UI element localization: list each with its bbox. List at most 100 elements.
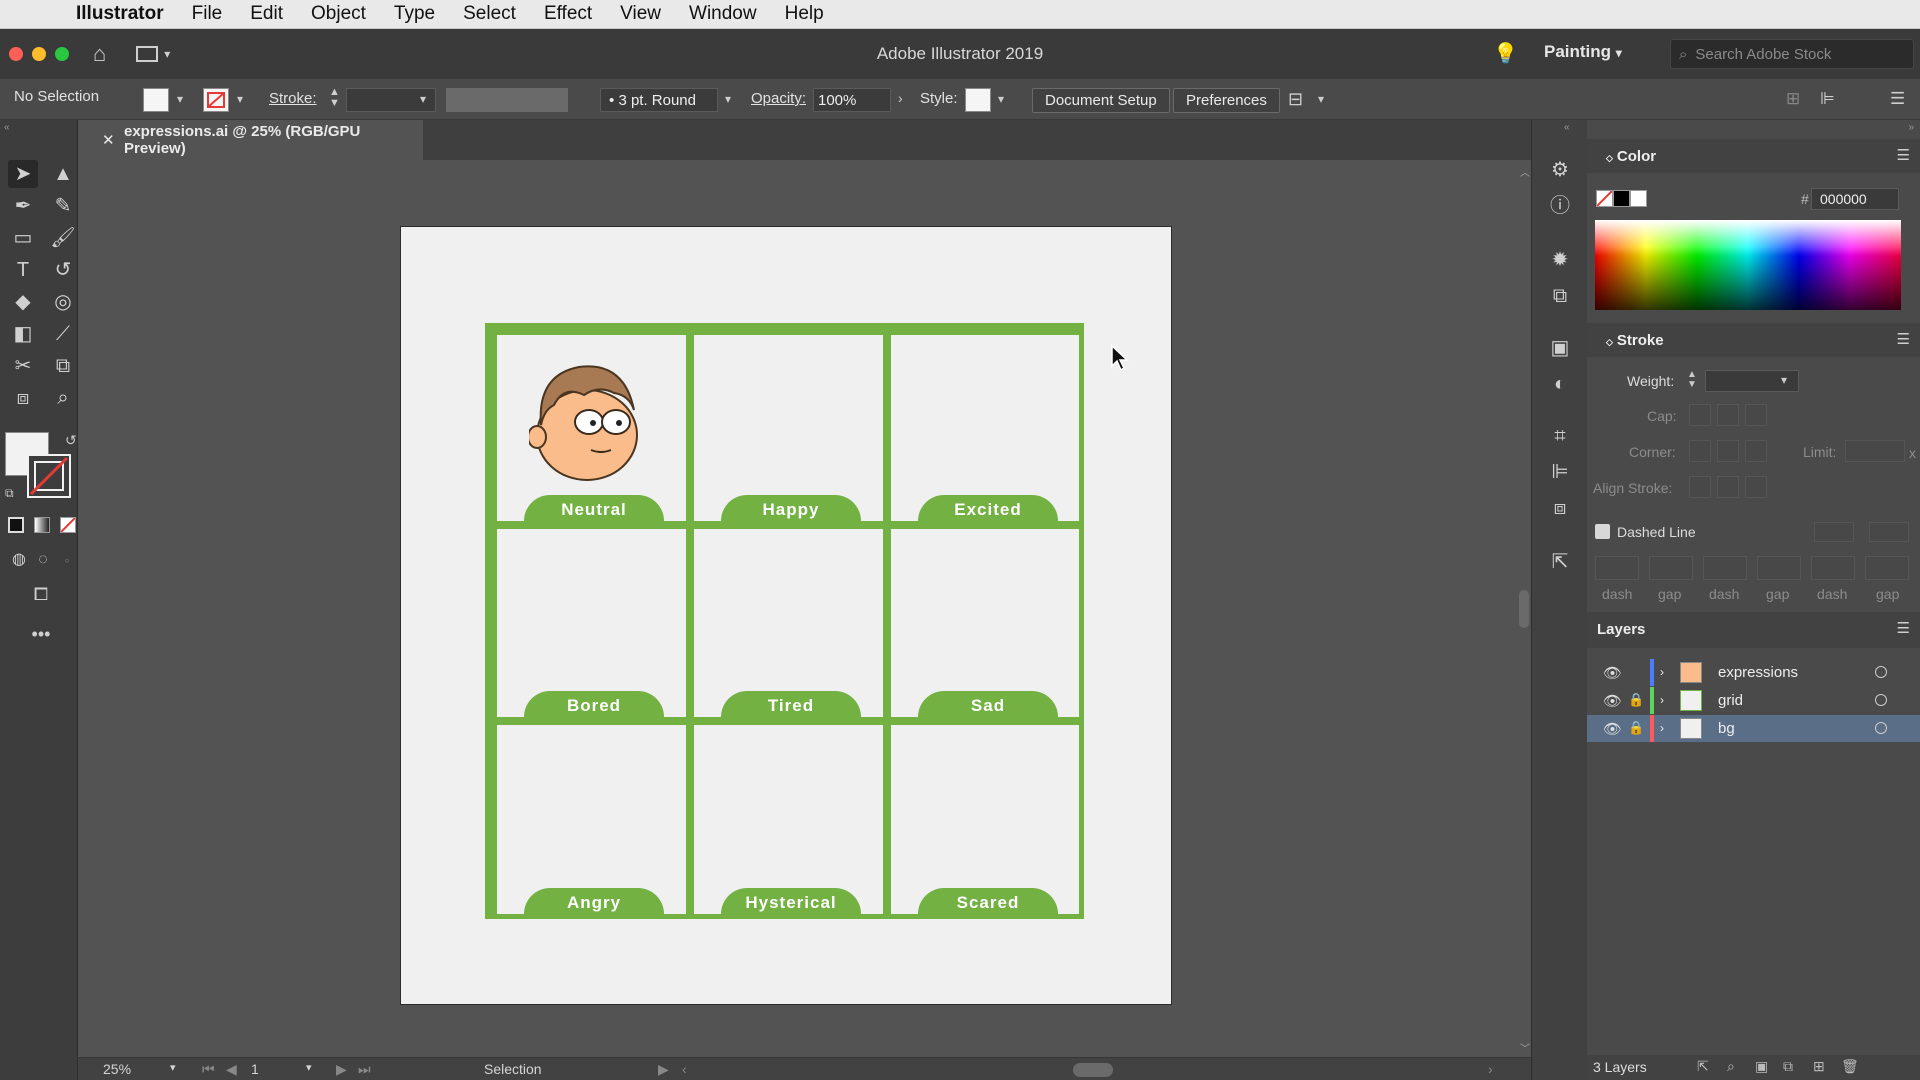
chevron-down-icon[interactable]: ▾ (170, 1061, 176, 1074)
color-mode-icon[interactable] (8, 517, 24, 533)
menu-edit[interactable]: Edit (236, 3, 297, 25)
layer-row-expressions[interactable]: 👁 › expressions (1587, 659, 1920, 686)
stroke-panel-header[interactable]: ◇ Stroke ☰ (1587, 323, 1920, 357)
limit-input[interactable] (1845, 440, 1905, 462)
fill-stroke-control[interactable]: ↺ ⧉ (5, 432, 77, 502)
butt-cap-icon[interactable] (1689, 404, 1711, 426)
scroll-right-icon[interactable]: › (1488, 1061, 1493, 1077)
blend-tool-icon[interactable]: ✂ (8, 352, 38, 380)
chevron-down-icon[interactable]: ▾ (1318, 92, 1324, 106)
none-mode-icon[interactable] (60, 517, 76, 533)
layer-row-grid[interactable]: 👁 🔒 › grid (1587, 687, 1920, 714)
shape-builder-tool-icon[interactable]: ⧉ (48, 352, 78, 380)
expression-grid[interactable]: Neutral Happy Excited Bored Tired Sad An… (485, 323, 1084, 919)
panel-menu-icon[interactable]: ☰ (1890, 89, 1905, 109)
expand-layer-icon[interactable]: › (1660, 665, 1664, 679)
eraser-tool-icon[interactable]: ◆ (8, 288, 38, 316)
status-menu-icon[interactable]: ▶ (658, 1061, 669, 1078)
artboard-number[interactable]: 1 (251, 1061, 259, 1077)
lock-icon[interactable]: 🔒 (1628, 692, 1644, 708)
none-swatch[interactable] (1596, 190, 1613, 207)
next-artboard-icon[interactable]: ▶ (336, 1061, 347, 1078)
expand-layer-icon[interactable]: › (1660, 721, 1664, 735)
export-icon[interactable]: ⇱ (1546, 548, 1574, 576)
lock-icon[interactable]: 🔒 (1628, 720, 1644, 736)
grid-cell-excited[interactable]: Excited (886, 330, 1084, 526)
layer-name[interactable]: expressions (1718, 664, 1798, 681)
direct-selection-tool-icon[interactable]: ▲ (48, 160, 78, 188)
arrange-documents-icon[interactable] (136, 46, 159, 62)
pen-tool-icon[interactable]: ✒ (8, 192, 38, 220)
menu-effect[interactable]: Effect (530, 3, 606, 25)
new-layer-icon[interactable]: ⊞ (1813, 1058, 1825, 1075)
graphic-style-swatch[interactable] (965, 88, 991, 112)
new-sublayer-icon[interactable]: ⧉ (1783, 1058, 1793, 1075)
workspace-switcher[interactable]: Painting ▾ (1544, 42, 1622, 62)
align-inside-icon[interactable] (1717, 476, 1739, 498)
chevron-down-icon[interactable]: ▾ (725, 92, 731, 106)
grid-cell-scared[interactable]: Scared (886, 720, 1084, 919)
selection-tool-icon[interactable]: ➤ (8, 160, 38, 188)
layer-name[interactable]: bg (1718, 720, 1735, 737)
appearance-icon[interactable]: ◐ (1546, 370, 1574, 398)
chevron-down-icon[interactable]: ▾ (237, 92, 243, 106)
minimize-window-button[interactable] (32, 47, 46, 61)
color-panel-header[interactable]: ◇ Color ☰ (1587, 139, 1920, 173)
gap-input-3[interactable] (1865, 556, 1909, 580)
menu-file[interactable]: File (178, 3, 237, 25)
align-objects-icon[interactable]: ⊟ (1288, 89, 1303, 110)
pathfinder-icon[interactable]: ⧈ (1546, 494, 1574, 522)
preferences-button[interactable]: Preferences (1173, 88, 1280, 113)
weight-stepper-icon[interactable]: ▲ ▼ (1687, 370, 1697, 390)
chevron-down-icon[interactable]: ▾ (1781, 373, 1787, 387)
dash-input-3[interactable] (1811, 556, 1855, 580)
align-panel-icon[interactable]: ⊫ (1546, 458, 1574, 486)
align-center-icon[interactable] (1689, 476, 1711, 498)
document-tab[interactable]: ✕ expressions.ai @ 25% (RGB/GPU Preview) (78, 120, 423, 160)
search-stock-input[interactable]: ⌕ Search Adobe Stock (1670, 39, 1914, 69)
align-icon[interactable]: ⊫ (1820, 89, 1835, 109)
transform-panel-icon[interactable]: ⌗ (1546, 422, 1574, 450)
clipping-mask-icon[interactable]: ▣ (1755, 1058, 1768, 1075)
gradient-mode-icon[interactable] (34, 517, 50, 533)
layer-target-icon[interactable] (1875, 722, 1887, 734)
grid-cell-neutral[interactable]: Neutral (492, 330, 691, 526)
paintbrush-tool-icon[interactable]: 🖌 (48, 224, 78, 252)
white-swatch[interactable] (1630, 190, 1647, 207)
lasso-tool-icon[interactable]: ◎ (48, 288, 78, 316)
eyedropper-tool-icon[interactable]: ⟋ (48, 320, 78, 348)
layer-target-icon[interactable] (1875, 666, 1887, 678)
zoom-level[interactable]: 25% (103, 1061, 131, 1077)
fill-swatch[interactable] (143, 88, 169, 112)
menu-type[interactable]: Type (380, 3, 449, 25)
delete-layer-icon[interactable]: 🗑 (1841, 1058, 1859, 1075)
gradient-tool-icon[interactable]: ◧ (8, 320, 38, 348)
gap-input-1[interactable] (1649, 556, 1693, 580)
close-tab-icon[interactable]: ✕ (102, 131, 115, 149)
visibility-eye-icon[interactable]: 👁 (1603, 720, 1622, 738)
expand-layer-icon[interactable]: › (1660, 693, 1664, 707)
chevron-down-icon[interactable]: ▾ (177, 92, 183, 106)
dash-input-1[interactable] (1595, 556, 1639, 580)
menu-app-name[interactable]: Illustrator (62, 3, 178, 25)
stroke-swatch[interactable] (203, 88, 229, 112)
zoom-window-button[interactable] (55, 47, 69, 61)
layer-target-icon[interactable] (1875, 694, 1887, 706)
chevron-right-icon[interactable]: › (898, 90, 903, 106)
layer-row-bg[interactable]: 👁 🔒 › bg (1587, 715, 1920, 742)
menu-help[interactable]: Help (771, 3, 838, 25)
chevron-down-icon[interactable]: ▾ (306, 1061, 312, 1074)
align-dashes-icon[interactable] (1869, 522, 1909, 542)
info-icon[interactable]: ⓘ (1546, 192, 1574, 220)
brush-definition[interactable]: • 3 pt. Round (600, 88, 718, 112)
grid-cell-happy[interactable]: Happy (689, 330, 888, 526)
curvature-tool-icon[interactable]: ✎ (48, 192, 78, 220)
visibility-eye-icon[interactable]: 👁 (1603, 692, 1622, 710)
rotate-tool-icon[interactable]: ↺ (48, 256, 78, 284)
locate-object-icon[interactable]: ⌕ (1727, 1058, 1735, 1075)
preserve-dashes-icon[interactable] (1814, 522, 1854, 542)
stroke-stepper-icon[interactable]: ▲ ▼ (329, 87, 340, 109)
align-outside-icon[interactable] (1745, 476, 1767, 498)
rectangle-tool-icon[interactable]: ▭ (8, 224, 38, 252)
first-artboard-icon[interactable]: ⏮ (202, 1061, 215, 1078)
